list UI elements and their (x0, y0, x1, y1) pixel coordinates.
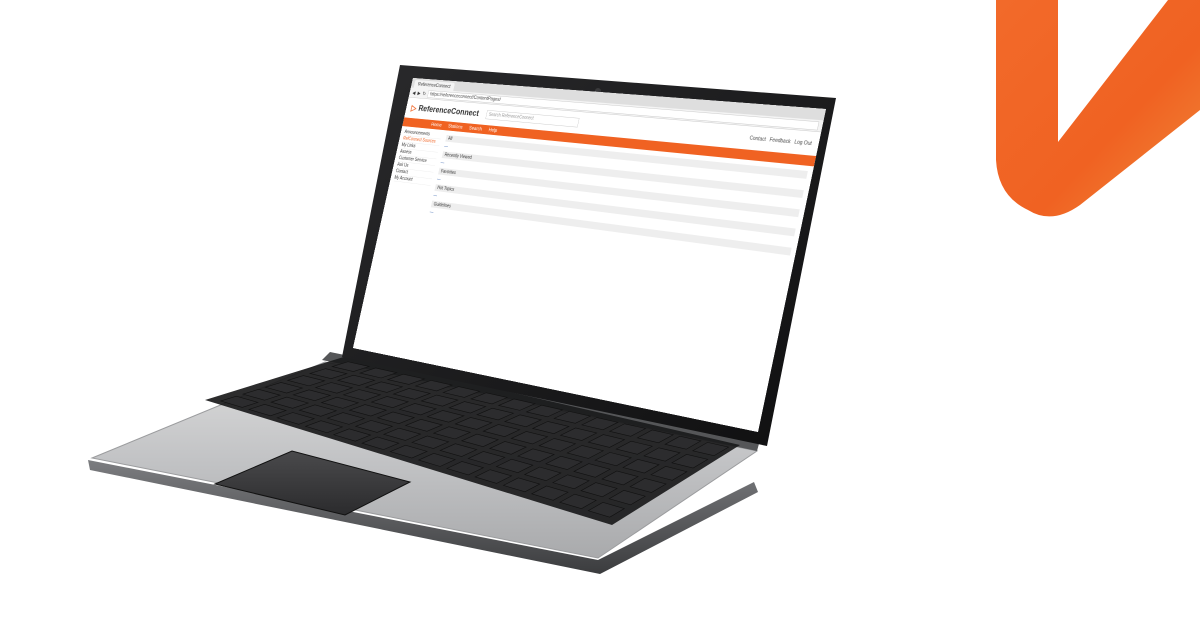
back-icon[interactable]: ◀ (412, 90, 416, 95)
user-link-feedback[interactable]: Feedback (769, 137, 791, 144)
nav-help[interactable]: Help (488, 127, 498, 133)
logo-mark-icon: ▷ (410, 103, 418, 113)
nav-stations[interactable]: Stations (448, 123, 464, 130)
user-links: Contact Feedback Log Out (749, 135, 812, 146)
forward-icon[interactable]: ▶ (417, 90, 421, 96)
brand-chevron (996, 0, 1200, 217)
app-logo[interactable]: ▷ ReferenceConnect (410, 103, 480, 119)
user-link-logout[interactable]: Log Out (794, 139, 812, 146)
reload-icon[interactable]: ↻ (422, 90, 426, 96)
nav-search[interactable]: Search (469, 125, 483, 132)
user-link-contact[interactable]: Contact (749, 135, 766, 142)
nav-home[interactable]: Home (431, 122, 443, 128)
search-input[interactable]: Search ReferenceConnect (485, 110, 580, 128)
